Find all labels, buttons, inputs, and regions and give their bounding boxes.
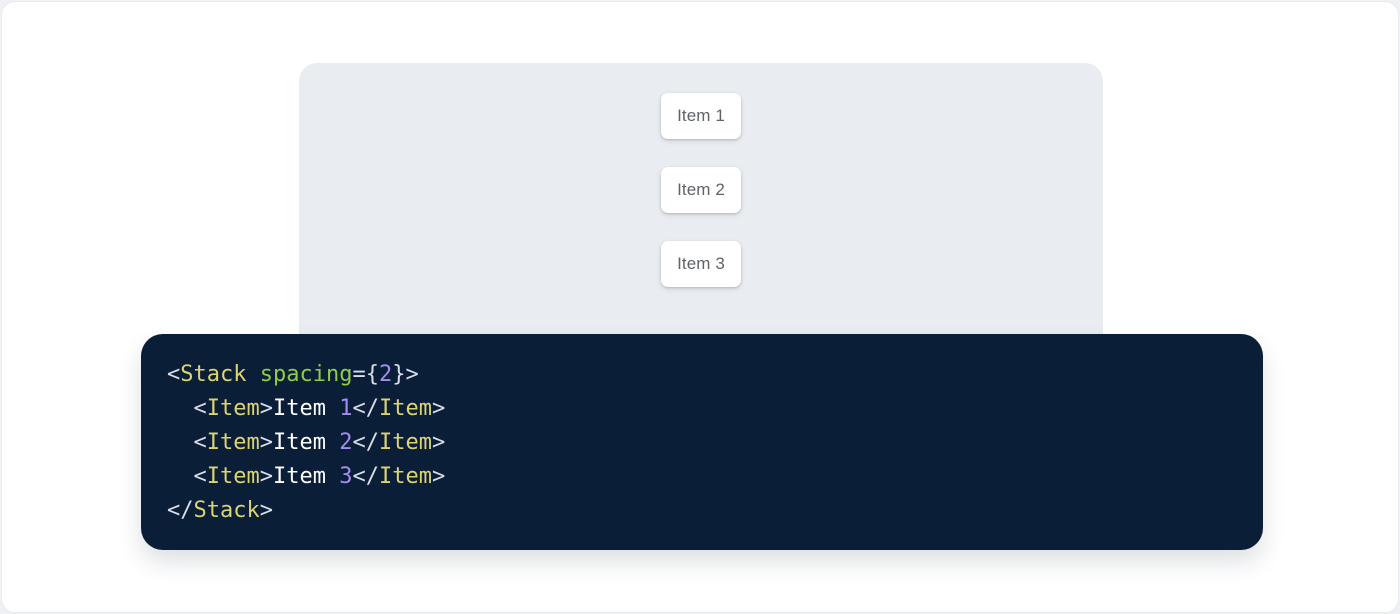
code-token-plain: [167, 396, 194, 421]
code-token-punc: >: [260, 498, 273, 523]
code-token-plain: Item: [273, 464, 339, 489]
code-line: <Stack spacing={2}>: [167, 358, 1237, 392]
code-line: <Item>Item 3</Item>: [167, 460, 1237, 494]
stack-item: Item 2: [661, 167, 741, 213]
code-token-punc: </: [352, 396, 379, 421]
code-token-tag: Stack: [194, 498, 260, 523]
code-token-punc: <: [194, 464, 207, 489]
stack-item: Item 1: [661, 93, 741, 139]
code-token-punc: >: [260, 464, 273, 489]
code-token-punc: </: [352, 464, 379, 489]
code-token-punc: >: [260, 396, 273, 421]
code-token-plain: [167, 464, 194, 489]
code-token-num: 3: [339, 464, 352, 489]
code-token-punc: <: [194, 396, 207, 421]
code-token-tag: Item: [379, 464, 432, 489]
code-snippet: <Stack spacing={2}> <Item>Item 1</Item> …: [167, 358, 1237, 528]
code-token-plain: [246, 362, 259, 387]
code-token-tag: Stack: [180, 362, 246, 387]
code-line: </Stack>: [167, 494, 1237, 528]
code-token-tag: Item: [207, 396, 260, 421]
code-token-punc: <: [167, 362, 180, 387]
code-token-punc: >: [260, 430, 273, 455]
code-token-tag: Item: [207, 430, 260, 455]
code-token-num: 2: [379, 362, 392, 387]
stack-item: Item 3: [661, 241, 741, 287]
code-token-tag: Item: [379, 396, 432, 421]
code-token-punc: >: [432, 464, 445, 489]
code-line: <Item>Item 1</Item>: [167, 392, 1237, 426]
page-card: Item 1 Item 2 Item 3 <Stack spacing={2}>…: [1, 1, 1399, 613]
stack-container: Item 1 Item 2 Item 3: [299, 63, 1103, 287]
code-token-punc: </: [352, 430, 379, 455]
code-token-num: 1: [339, 396, 352, 421]
code-token-plain: [167, 430, 194, 455]
code-token-punc: <: [194, 430, 207, 455]
code-token-punc: >: [432, 396, 445, 421]
code-token-punc: ={: [352, 362, 379, 387]
code-token-punc: </: [167, 498, 194, 523]
code-token-plain: Item: [273, 396, 339, 421]
code-token-tag: Item: [207, 464, 260, 489]
code-token-punc: >: [432, 430, 445, 455]
code-token-plain: Item: [273, 430, 339, 455]
code-token-attr: spacing: [260, 362, 353, 387]
code-block: <Stack spacing={2}> <Item>Item 1</Item> …: [141, 334, 1263, 550]
code-token-tag: Item: [379, 430, 432, 455]
code-line: <Item>Item 2</Item>: [167, 426, 1237, 460]
code-token-punc: }>: [392, 362, 419, 387]
code-token-num: 2: [339, 430, 352, 455]
